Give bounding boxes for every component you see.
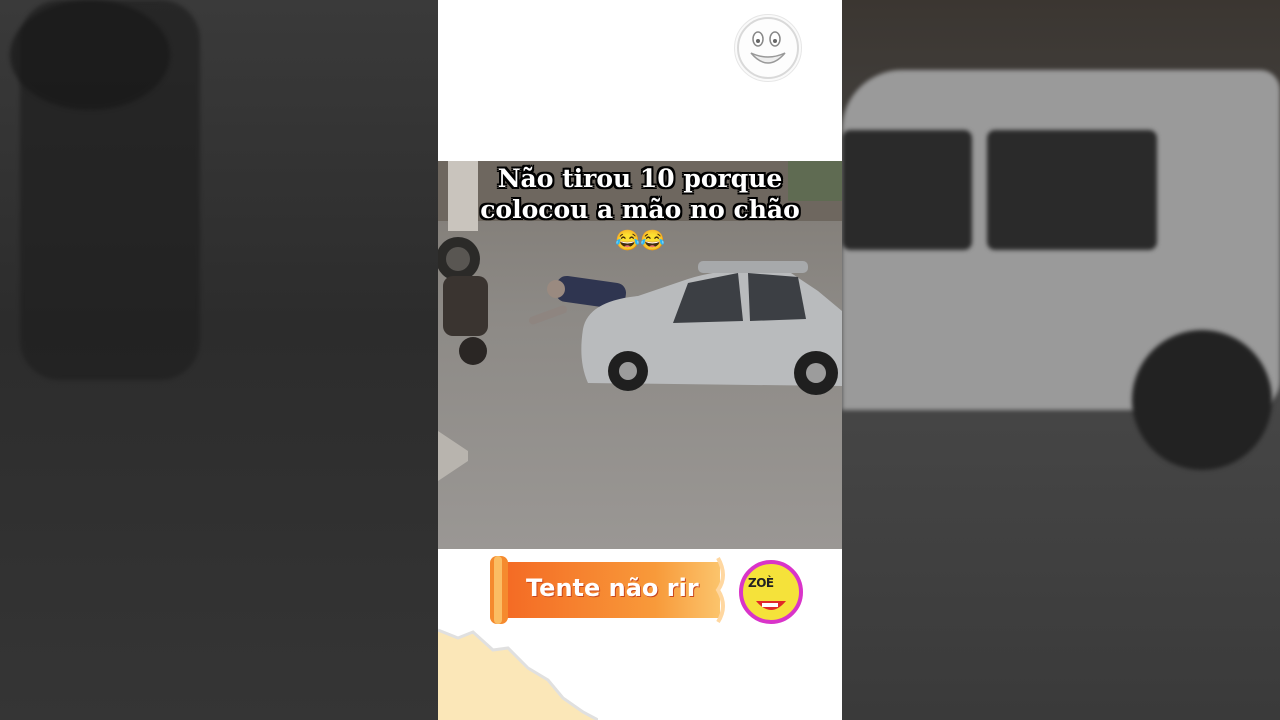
blurred-background-left — [0, 0, 438, 720]
scroll-banner: Tente não rir — [490, 556, 730, 624]
caption-line-1: Não tirou 10 porque — [497, 164, 783, 193]
brand-logo-text: ZOÈ — [748, 576, 774, 590]
banner-text: Tente não rir — [526, 574, 699, 602]
video-caption: Não tirou 10 porque colocou a mão no chã… — [438, 163, 842, 256]
roof-rack — [698, 261, 808, 273]
blurred-car-window — [842, 130, 972, 250]
laughing-face-icon: 😂😂 — [615, 228, 665, 252]
blurred-wheel — [10, 0, 170, 110]
blurred-car-window — [987, 130, 1157, 250]
torn-paper-decoration — [438, 628, 598, 720]
blurred-background-right — [842, 0, 1280, 720]
short-video-panel: Não tirou 10 porque colocou a mão no chã… — [438, 0, 842, 720]
blurred-car-wheel — [1132, 330, 1272, 470]
laughing-face-icon: ZOÈ — [738, 555, 804, 629]
caption-line-2: colocou a mão no chão — [480, 195, 800, 224]
smiley-face-icon — [734, 14, 802, 82]
